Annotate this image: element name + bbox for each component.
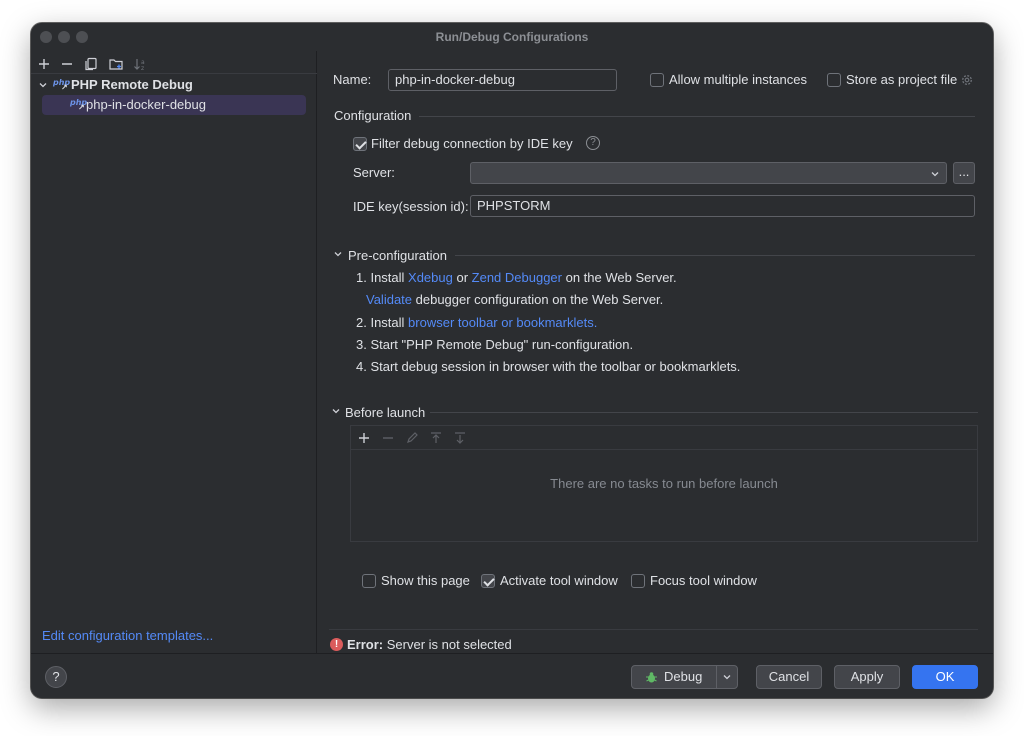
window-title: Run/Debug Configurations [435, 30, 589, 44]
dialog-footer: ? Debug Cancel Apply OK [31, 653, 993, 698]
debug-button[interactable]: Debug [631, 665, 738, 689]
xdebug-link[interactable]: Xdebug [408, 270, 453, 285]
debug-split-divider [716, 666, 717, 688]
error-prefix: Error: [347, 637, 384, 652]
allow-multiple-instances-checkbox[interactable] [650, 73, 664, 87]
error-message: Error: Server is not selected [347, 637, 512, 652]
bug-icon [645, 671, 658, 684]
toolbar-divider [31, 73, 317, 74]
focus-tool-window-checkbox[interactable] [631, 574, 645, 588]
allow-multiple-instances-label: Allow multiple instances [669, 72, 808, 87]
name-field[interactable]: php-in-docker-debug [388, 69, 617, 91]
ide-key-field[interactable]: PHPSTORM [470, 195, 975, 217]
edit-configuration-templates-link[interactable]: Edit configuration templates... [42, 628, 213, 643]
move-down-icon[interactable] [452, 430, 468, 446]
before-launch-heading: Before launch [345, 405, 426, 420]
chevron-down-icon[interactable] [38, 80, 48, 90]
show-this-page-checkbox[interactable] [362, 574, 376, 588]
preconfig-validate-line: Validate debugger configuration on the W… [366, 292, 663, 307]
configuration-editor: Name: php-in-docker-debug Allow multiple… [318, 51, 993, 653]
php-remote-debug-icon: php ↗ [53, 78, 71, 92]
gear-icon[interactable] [960, 73, 974, 87]
configuration-divider [419, 116, 975, 117]
preconfig-step-3: 3. Start "PHP Remote Debug" run-configur… [356, 337, 634, 352]
preconfig-step-4: 4. Start debug session in browser with t… [356, 359, 741, 374]
chevron-down-icon[interactable] [722, 672, 732, 682]
tree-group-php-remote-debug[interactable]: php ↗ PHP Remote Debug [31, 75, 317, 95]
configurations-sidebar: az php ↗ PHP Remote Debug php ↗ php-in-doc… [31, 51, 317, 653]
filter-debug-connection-checkbox[interactable] [353, 137, 367, 151]
server-label: Server: [353, 165, 395, 180]
tree-item-label: php-in-docker-debug [86, 97, 206, 112]
activate-tool-window-checkbox[interactable] [481, 574, 495, 588]
preconfig-step-2: 2. Install browser toolbar or bookmarkle… [356, 315, 597, 330]
remove-icon[interactable] [59, 56, 75, 72]
error-icon: ! [330, 638, 343, 651]
browser-toolbar-link[interactable]: browser toolbar or bookmarklets. [408, 315, 597, 330]
activate-tool-window-label: Activate tool window [500, 573, 618, 588]
remove-icon[interactable] [380, 430, 396, 446]
tree-group-label: PHP Remote Debug [71, 77, 193, 92]
chevron-down-icon[interactable] [333, 249, 343, 259]
title-bar: Run/Debug Configurations [31, 23, 993, 51]
show-this-page-label: Show this page [381, 573, 470, 588]
add-icon[interactable] [356, 430, 372, 446]
step1-prefix: 1. Install [356, 270, 409, 285]
empty-tasks-text: There are no tasks to run before launch [550, 476, 778, 491]
filter-debug-connection-label: Filter debug connection by IDE key [371, 136, 573, 151]
tree-item-row: php ↗ php-in-docker-debug [31, 95, 317, 115]
pre-configuration-heading: Pre-configuration [348, 248, 447, 263]
task-toolbar-divider [351, 449, 977, 450]
validate-suffix: debugger configuration on the Web Server… [412, 292, 664, 307]
ide-key-label: IDE key(session id): [353, 199, 469, 214]
add-icon[interactable] [36, 56, 52, 72]
step1-suffix: on the Web Server. [562, 270, 677, 285]
error-text: Server is not selected [386, 637, 512, 652]
cancel-button[interactable]: Cancel [756, 665, 822, 689]
configuration-heading: Configuration [334, 108, 412, 123]
move-up-icon[interactable] [428, 430, 444, 446]
before-launch-task-list[interactable]: There are no tasks to run before launch [350, 425, 978, 542]
focus-tool-window-label: Focus tool window [650, 573, 757, 588]
edit-icon[interactable] [404, 430, 420, 446]
apply-button[interactable]: Apply [834, 665, 900, 689]
zend-debugger-link[interactable]: Zend Debugger [472, 270, 562, 285]
debug-button-label: Debug [664, 669, 703, 684]
step1-mid: or [452, 270, 472, 285]
browse-servers-button[interactable]: ... [953, 162, 975, 184]
run-debug-configurations-dialog: Run/Debug Configurations az php↗ PHP Re [31, 23, 993, 698]
before-launch-divider [430, 412, 978, 413]
store-as-project-file-checkbox[interactable] [827, 73, 841, 87]
preconfig-step-1: 1. Install Xdebug or Zend Debugger on th… [356, 270, 677, 285]
copy-icon[interactable] [83, 56, 99, 72]
sort-icon[interactable]: az [132, 56, 148, 72]
help-button[interactable]: ? [45, 666, 67, 688]
ok-button[interactable]: OK [912, 665, 978, 689]
error-divider [329, 629, 978, 630]
validate-link[interactable]: Validate [366, 292, 412, 307]
step2-prefix: 2. Install [356, 315, 409, 330]
name-label: Name: [333, 72, 372, 87]
store-as-project-file-label: Store as project file [846, 72, 958, 87]
new-folder-icon[interactable] [108, 56, 124, 72]
pre-configuration-divider [455, 255, 975, 256]
svg-text:z: z [141, 65, 144, 72]
chevron-down-icon [930, 169, 940, 179]
help-icon[interactable]: ? [586, 136, 600, 150]
chevron-down-icon[interactable] [331, 406, 341, 416]
server-select[interactable] [470, 162, 947, 184]
